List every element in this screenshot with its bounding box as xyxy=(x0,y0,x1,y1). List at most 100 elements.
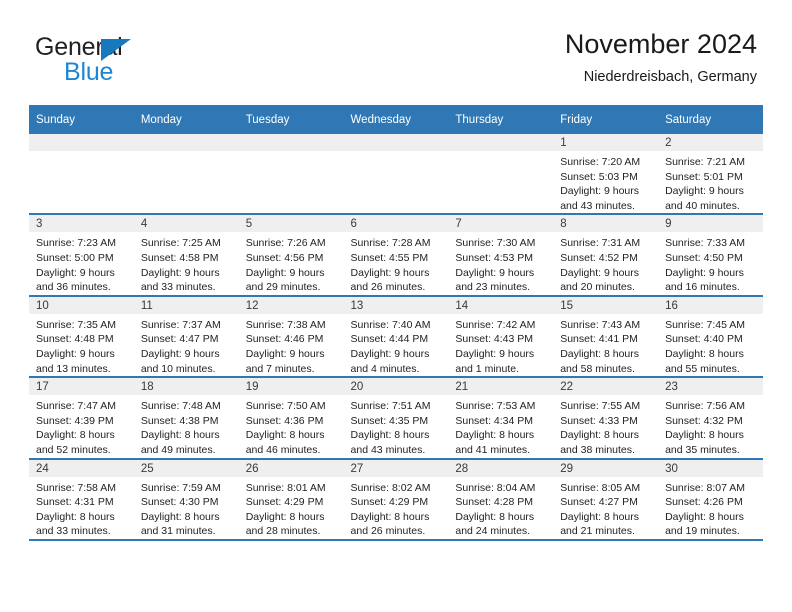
calendar-day-cell[interactable]: 12 Sunrise: 7:38 AM Sunset: 4:46 PM Dayligh… xyxy=(238,295,344,379)
day-details: Sunrise: 7:35 AM Sunset: 4:48 PM Daylight:… xyxy=(29,314,134,376)
calendar-day-cell[interactable]: 2 Sunrise: 7:21 AM Sunset: 5:01 PM Daylight… xyxy=(658,134,763,216)
day-details: Sunrise: 8:01 AM Sunset: 4:29 PM Daylight:… xyxy=(239,477,344,539)
calendar-day-cell[interactable]: 13 Sunrise: 7:40 AM Sunset: 4:44 PM Dayligh… xyxy=(343,295,449,379)
calendar-day-cell[interactable]: 7 Sunrise: 7:30 AM Sunset: 4:53 PM Daylight… xyxy=(448,214,554,297)
calendar-day-cell[interactable]: 5 Sunrise: 7:26 AM Sunset: 4:56 PM Daylight… xyxy=(238,214,344,297)
calendar-day-cell[interactable]: 20 Sunrise: 7:51 AM Sunset: 4:35 PM Dayligh… xyxy=(343,377,449,460)
day-detail-daylight2: and 7 minutes. xyxy=(245,362,315,375)
day-detail-daylight1: Daylight: 9 hours xyxy=(665,185,744,198)
calendar-week-row: 24 Sunrise: 7:58 AM Sunset: 4:31 PM Dayligh… xyxy=(29,458,763,541)
day-detail-sunrise: Sunrise: 7:37 AM xyxy=(140,318,221,331)
day-detail-sunrise: Sunrise: 7:51 AM xyxy=(350,400,431,413)
day-detail-daylight2: and 43 minutes. xyxy=(560,199,635,212)
day-detail-sunset: Sunset: 4:26 PM xyxy=(665,496,743,509)
calendar-day-cell[interactable]: 23 Sunrise: 7:56 AM Sunset: 4:32 PM Dayligh… xyxy=(658,377,763,460)
day-detail-daylight2: and 26 minutes. xyxy=(350,281,426,294)
day-detail-sunrise: Sunrise: 8:05 AM xyxy=(560,481,641,494)
day-detail-sunset: Sunset: 4:39 PM xyxy=(36,414,114,427)
day-detail-sunrise: Sunrise: 7:40 AM xyxy=(350,318,431,331)
day-detail-sunset: Sunset: 5:00 PM xyxy=(36,251,114,264)
day-detail-sunrise: Sunrise: 7:50 AM xyxy=(245,400,326,413)
day-detail-daylight1: Daylight: 9 hours xyxy=(245,347,325,360)
day-detail-daylight1: Daylight: 8 hours xyxy=(665,347,744,360)
calendar-day-cell[interactable]: 27 Sunrise: 8:02 AM Sunset: 4:29 PM Dayligh… xyxy=(343,458,449,541)
day-detail-sunset: Sunset: 4:35 PM xyxy=(350,414,429,427)
calendar-day-cell[interactable]: 22 Sunrise: 7:55 AM Sunset: 4:33 PM Dayligh… xyxy=(553,377,659,460)
calendar-cell-empty xyxy=(448,134,554,216)
calendar-day-cell[interactable]: 3 Sunrise: 7:23 AM Sunset: 5:00 PM Daylight… xyxy=(29,214,134,297)
day-detail-sunrise: Sunrise: 7:48 AM xyxy=(140,400,221,413)
calendar-day-cell[interactable]: 15 Sunrise: 7:43 AM Sunset: 4:41 PM Dayligh… xyxy=(553,295,659,379)
day-detail-daylight1: Daylight: 8 hours xyxy=(455,429,535,442)
day-detail-sunrise: Sunrise: 7:43 AM xyxy=(560,318,641,331)
calendar-day-cell[interactable]: 6 Sunrise: 7:28 AM Sunset: 4:55 PM Daylight… xyxy=(343,214,449,297)
logo-text-blue: Blue xyxy=(64,58,114,86)
day-detail-daylight1: Daylight: 9 hours xyxy=(36,347,115,360)
day-detail-daylight2: and 13 minutes. xyxy=(36,362,111,375)
day-detail-daylight1: Daylight: 8 hours xyxy=(350,429,430,442)
day-number: 1 xyxy=(553,134,659,151)
day-number: 17 xyxy=(29,378,134,396)
day-detail-sunrise: Sunrise: 7:28 AM xyxy=(350,237,431,250)
weekday-header-row: Sunday Monday Tuesday Wednesday Thursday… xyxy=(29,105,763,134)
calendar-day-cell[interactable]: 16 Sunrise: 7:45 AM Sunset: 4:40 PM Dayligh… xyxy=(658,295,763,379)
day-detail-sunrise: Sunrise: 7:53 AM xyxy=(455,400,536,413)
title-block: November 2024 Niederdreisbach, Germany xyxy=(565,28,757,87)
weekday-header-wednesday: Wednesday xyxy=(343,105,449,134)
weekday-header-thursday: Thursday xyxy=(448,105,554,134)
calendar-day-cell[interactable]: 17 Sunrise: 7:47 AM Sunset: 4:39 PM Dayligh… xyxy=(29,377,134,460)
day-detail-sunset: Sunset: 4:41 PM xyxy=(560,333,638,346)
day-details: Sunrise: 7:45 AM Sunset: 4:40 PM Daylight:… xyxy=(658,314,763,376)
day-detail-daylight2: and 33 minutes. xyxy=(140,281,216,294)
calendar-day-cell[interactable]: 10 Sunrise: 7:35 AM Sunset: 4:48 PM Dayligh… xyxy=(29,295,134,379)
calendar-day-cell[interactable]: 25 Sunrise: 7:59 AM Sunset: 4:30 PM Dayligh… xyxy=(133,458,239,541)
day-detail-daylight2: and 23 minutes. xyxy=(455,281,531,294)
calendar-day-cell[interactable]: 14 Sunrise: 7:42 AM Sunset: 4:43 PM Dayligh… xyxy=(448,295,554,379)
day-detail-daylight1: Daylight: 9 hours xyxy=(350,347,430,360)
day-detail-sunrise: Sunrise: 7:26 AM xyxy=(245,237,326,250)
day-details: Sunrise: 8:04 AM Sunset: 4:28 PM Daylight:… xyxy=(448,477,553,539)
day-detail-sunset: Sunset: 4:53 PM xyxy=(455,251,534,264)
day-detail-sunrise: Sunrise: 7:33 AM xyxy=(665,237,746,250)
calendar-day-cell[interactable]: 9 Sunrise: 7:33 AM Sunset: 4:50 PM Daylight… xyxy=(658,214,763,297)
day-detail-sunset: Sunset: 4:43 PM xyxy=(455,333,534,346)
day-number xyxy=(448,134,554,151)
page-header: General Blue November 2024 Niederdreisba… xyxy=(0,0,792,100)
day-number: 5 xyxy=(238,215,344,233)
calendar-day-cell[interactable]: 19 Sunrise: 7:50 AM Sunset: 4:36 PM Dayligh… xyxy=(238,377,344,460)
day-detail-sunset: Sunset: 4:29 PM xyxy=(245,496,324,509)
day-detail-sunset: Sunset: 4:34 PM xyxy=(455,414,534,427)
day-detail-sunrise: Sunrise: 8:07 AM xyxy=(665,481,746,494)
day-detail-daylight1: Daylight: 9 hours xyxy=(245,266,325,279)
day-detail-daylight2: and 1 minute. xyxy=(455,362,520,375)
day-number: 14 xyxy=(448,296,554,314)
day-number: 9 xyxy=(658,215,763,233)
day-detail-daylight2: and 29 minutes. xyxy=(245,281,321,294)
calendar-day-cell[interactable]: 1 Sunrise: 7:20 AM Sunset: 5:03 PM Daylight… xyxy=(553,134,659,216)
day-details: Sunrise: 8:02 AM Sunset: 4:29 PM Daylight:… xyxy=(344,477,449,539)
calendar-day-cell[interactable]: 26 Sunrise: 8:01 AM Sunset: 4:29 PM Dayligh… xyxy=(238,458,344,541)
day-details: Sunrise: 7:48 AM Sunset: 4:38 PM Daylight:… xyxy=(134,395,239,457)
calendar-day-cell[interactable]: 24 Sunrise: 7:58 AM Sunset: 4:31 PM Dayligh… xyxy=(29,458,134,541)
day-number: 12 xyxy=(238,296,344,314)
day-details: Sunrise: 7:25 AM Sunset: 4:58 PM Daylight:… xyxy=(134,232,239,294)
calendar-cell-empty xyxy=(238,134,344,216)
day-details: Sunrise: 7:30 AM Sunset: 4:53 PM Daylight:… xyxy=(448,232,553,294)
day-details: Sunrise: 7:20 AM Sunset: 5:03 PM Daylight:… xyxy=(553,151,658,213)
day-detail-daylight1: Daylight: 9 hours xyxy=(665,266,744,279)
calendar-table: Sunday Monday Tuesday Wednesday Thursday… xyxy=(29,105,763,541)
calendar-day-cell[interactable]: 30 Sunrise: 8:07 AM Sunset: 4:26 PM Dayligh… xyxy=(658,458,763,541)
day-number xyxy=(29,134,134,151)
calendar-day-cell[interactable]: 8 Sunrise: 7:31 AM Sunset: 4:52 PM Daylight… xyxy=(553,214,659,297)
calendar-day-cell[interactable]: 11 Sunrise: 7:37 AM Sunset: 4:47 PM Dayligh… xyxy=(133,295,239,379)
calendar-day-cell[interactable]: 4 Sunrise: 7:25 AM Sunset: 4:58 PM Daylight… xyxy=(133,214,239,297)
day-number: 10 xyxy=(29,296,134,314)
day-detail-daylight2: and 38 minutes. xyxy=(560,443,635,456)
calendar-day-cell[interactable]: 29 Sunrise: 8:05 AM Sunset: 4:27 PM Dayligh… xyxy=(553,458,659,541)
day-details: Sunrise: 8:07 AM Sunset: 4:26 PM Daylight:… xyxy=(658,477,763,539)
calendar-day-cell[interactable]: 21 Sunrise: 7:53 AM Sunset: 4:34 PM Dayligh… xyxy=(448,377,554,460)
calendar-day-cell[interactable]: 28 Sunrise: 8:04 AM Sunset: 4:28 PM Dayligh… xyxy=(448,458,554,541)
day-detail-daylight1: Daylight: 8 hours xyxy=(245,510,325,523)
calendar-day-cell[interactable]: 18 Sunrise: 7:48 AM Sunset: 4:38 PM Dayligh… xyxy=(133,377,239,460)
day-detail-sunset: Sunset: 4:33 PM xyxy=(560,414,638,427)
